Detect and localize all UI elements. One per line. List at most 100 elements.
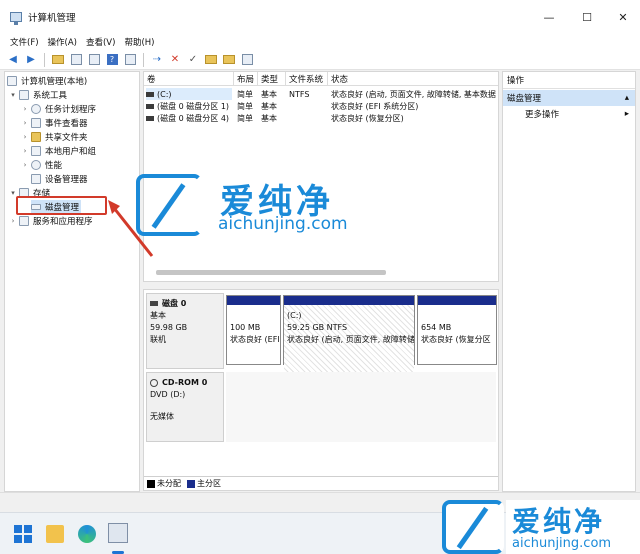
tree-system-tools[interactable]: ▾ 系统工具 [9, 88, 67, 102]
actions-section-disk-management[interactable]: 磁盘管理 ▴ [503, 90, 635, 106]
column-status[interactable]: 状态 [328, 72, 498, 86]
legend-item: 未分配 [147, 478, 181, 489]
maximize-button[interactable]: ☐ [568, 0, 606, 34]
menu-help[interactable]: 帮助(H) [124, 36, 154, 48]
tree-performance[interactable]: › 性能 [21, 158, 62, 172]
disk-layout-pane: 磁盘 0 基本 59.98 GB 联机 100 MB 状态良好 (EFI (C:… [143, 289, 499, 491]
delete-icon[interactable]: ✕ [168, 53, 182, 67]
horizontal-scrollbar[interactable] [156, 270, 386, 275]
toolbar-divider [143, 52, 144, 67]
partition-status: 状态良好 (恢复分区 [421, 335, 491, 344]
chevron-right-icon[interactable]: › [21, 147, 29, 155]
actions-header: 操作 [503, 72, 635, 89]
tree-task-scheduler[interactable]: › 任务计划程序 [21, 102, 96, 116]
drive-icon [146, 103, 154, 109]
watermark-url: aichunjing.com [218, 214, 348, 234]
chevron-right-icon[interactable]: › [21, 133, 29, 141]
volume-name: (C:) [146, 88, 232, 100]
partition-body: 654 MB 状态良好 (恢复分区 [418, 305, 496, 346]
partition-label [230, 310, 277, 322]
window-title: 计算机管理 [28, 13, 76, 24]
column-filesystem[interactable]: 文件系统 [286, 72, 328, 86]
disk0-kind: 基本 [150, 311, 166, 320]
watermark-brand: 爱纯净 [512, 505, 606, 538]
services-icon [19, 216, 29, 226]
list-view-icon[interactable] [240, 53, 254, 67]
users-icon [31, 146, 41, 156]
partition-c[interactable]: (C:) 59.25 GB NTFS 状态良好 (启动, 页面文件, 故障转储 [283, 295, 415, 373]
volume-status: 状态良好 (恢复分区) [331, 113, 404, 123]
partition-status: 状态良好 (启动, 页面文件, 故障转储 [287, 335, 414, 344]
chevron-right-icon: ▸ [624, 109, 629, 119]
title-bar: 计算机管理 — ☐ ✕ [0, 0, 640, 34]
show-action-pane-icon[interactable] [123, 53, 137, 67]
toolbar-divider [44, 52, 45, 67]
properties-icon[interactable] [87, 53, 101, 67]
more-actions[interactable]: 更多操作 ▸ [503, 106, 635, 122]
volume-layout: 简单 [237, 89, 253, 99]
chevron-right-icon[interactable]: › [21, 119, 29, 127]
forward-arrow-icon[interactable]: ▶ [24, 53, 38, 67]
partition-label [421, 310, 493, 322]
minimize-button[interactable]: — [530, 0, 568, 34]
volume-type: 基本 [261, 89, 277, 99]
volume-name: (磁盘 0 磁盘分区 4) [146, 112, 234, 124]
actions-section-label: 磁盘管理 [507, 94, 542, 104]
menu-bar: 文件(F) 操作(A) 查看(V) 帮助(H) [0, 34, 640, 50]
search-folder-icon[interactable] [222, 53, 236, 67]
check-icon[interactable]: ✓ [186, 53, 200, 67]
up-folder-icon[interactable] [51, 53, 65, 67]
cdrom-area [226, 372, 496, 442]
computer-management-icon [10, 12, 22, 25]
disk0-info[interactable]: 磁盘 0 基本 59.98 GB 联机 [146, 293, 224, 369]
chevron-right-icon[interactable]: › [9, 217, 17, 225]
connect-icon[interactable]: ⇢ [150, 53, 164, 67]
open-folder-icon[interactable] [204, 53, 218, 67]
chevron-down-icon[interactable]: ▾ [9, 91, 17, 99]
menu-file[interactable]: 文件(F) [10, 36, 39, 48]
edge-browser-icon[interactable] [78, 525, 96, 543]
tree-shared-folders[interactable]: › 共享文件夹 [21, 130, 88, 144]
column-type[interactable]: 类型 [258, 72, 286, 86]
cdrom-icon [150, 378, 158, 387]
show-hide-tree-icon[interactable] [69, 53, 83, 67]
file-explorer-icon[interactable] [46, 525, 64, 543]
volume-type: 基本 [261, 101, 277, 111]
computer-management-taskbar-icon[interactable] [108, 523, 128, 543]
tree-local-users[interactable]: › 本地用户和组 [21, 144, 96, 158]
tree-services-apps[interactable]: › 服务和应用程序 [9, 214, 93, 228]
swatch-unallocated [147, 479, 155, 488]
shared-folder-icon [31, 132, 41, 142]
collapse-icon[interactable]: ▴ [625, 93, 629, 103]
chevron-right-icon[interactable]: › [21, 161, 29, 169]
drive-icon [146, 91, 154, 97]
partition-efi[interactable]: 100 MB 状态良好 (EFI [226, 295, 281, 365]
computer-icon [7, 76, 17, 86]
menu-view[interactable]: 查看(V) [86, 36, 115, 48]
disk-icon [150, 301, 158, 306]
back-arrow-icon[interactable]: ◀ [6, 53, 20, 67]
event-log-icon [31, 118, 41, 128]
menu-action[interactable]: 操作(A) [48, 36, 77, 48]
tree-event-viewer[interactable]: › 事件查看器 [21, 116, 88, 130]
cdrom-name: CD-ROM 0 [150, 377, 220, 389]
tree-root[interactable]: 计算机管理(本地) [7, 74, 87, 88]
highlight-annotation [16, 196, 107, 215]
volume-layout: 简单 [237, 101, 253, 111]
cdrom-info[interactable]: CD-ROM 0 DVD (D:) 无媒体 [146, 372, 224, 442]
partition-recovery[interactable]: 654 MB 状态良好 (恢复分区 [417, 295, 497, 365]
volume-status: 状态良好 (启动, 页面文件, 故障转储, 基本数据 [331, 89, 496, 99]
volume-layout: 简单 [237, 113, 253, 123]
partition-size: 59.25 GB NTFS [287, 323, 348, 332]
disk0-name: 磁盘 0 [150, 298, 220, 310]
chevron-right-icon[interactable]: › [21, 105, 29, 113]
tree-device-manager[interactable]: 设备管理器 [31, 172, 88, 186]
start-button[interactable] [14, 525, 32, 543]
column-layout[interactable]: 布局 [234, 72, 258, 86]
help-icon[interactable]: ? [105, 53, 119, 67]
column-volume[interactable]: 卷 [144, 72, 234, 86]
partition-bar [227, 296, 280, 305]
close-button[interactable]: ✕ [604, 0, 640, 34]
partition-label: (C:) [287, 311, 302, 320]
legend-item: 主分区 [187, 478, 221, 489]
